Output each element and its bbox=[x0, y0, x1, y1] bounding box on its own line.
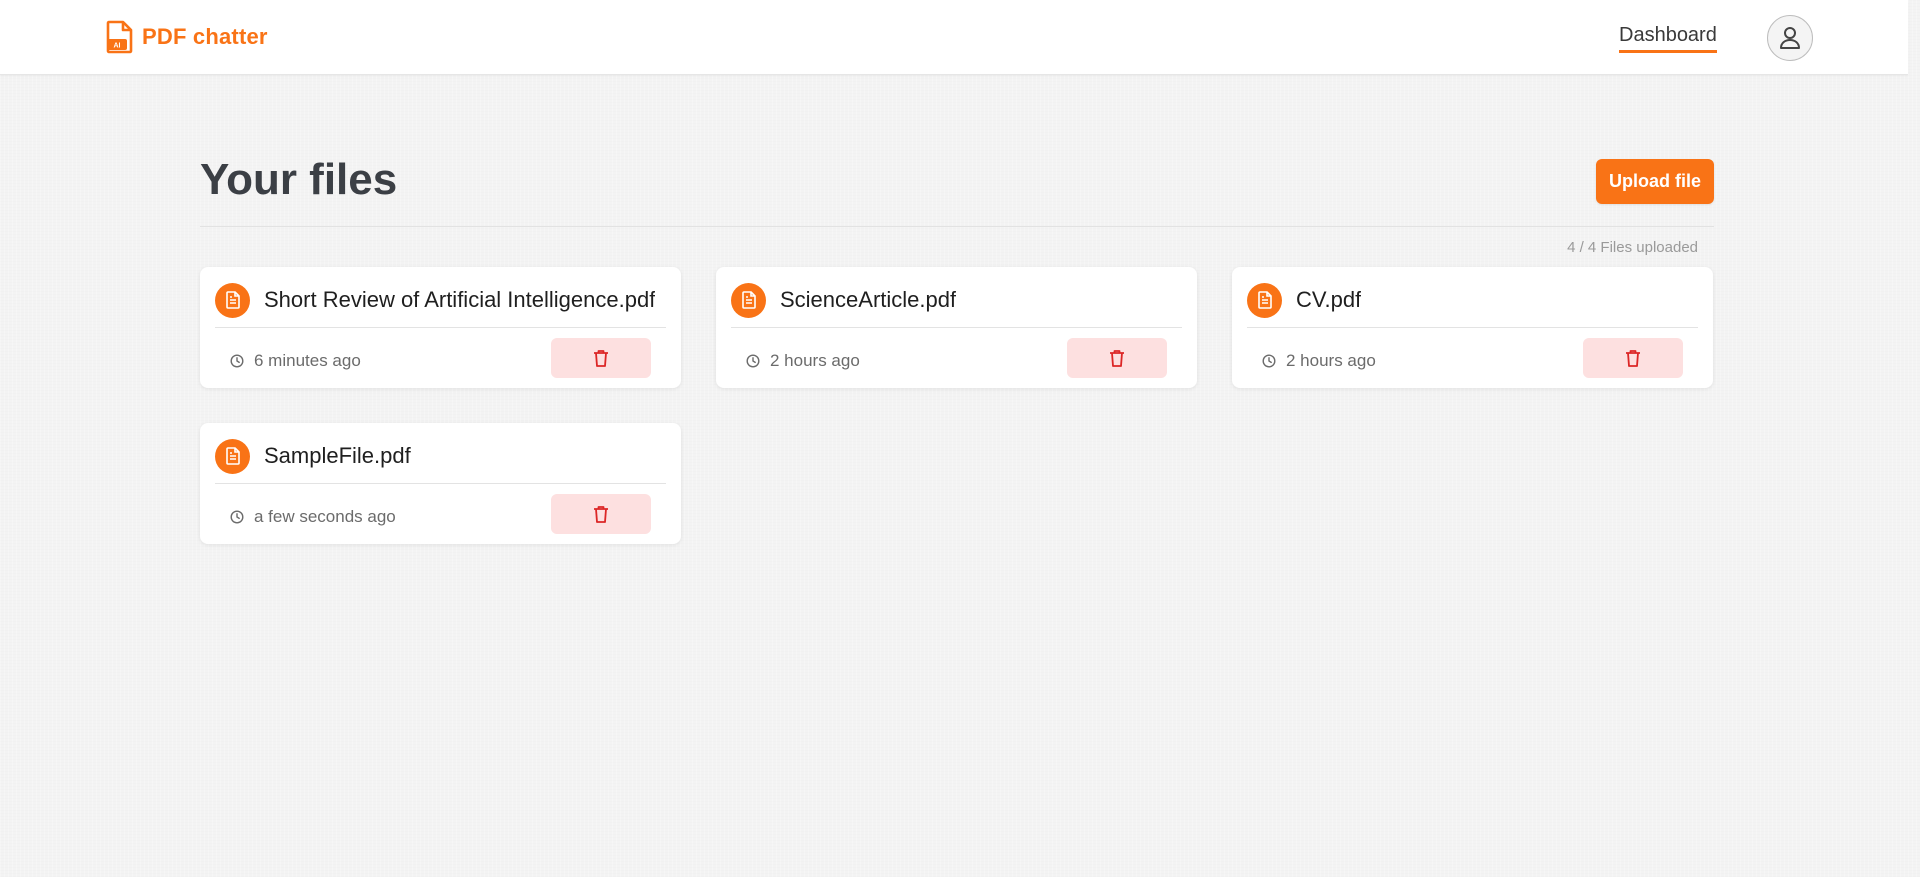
document-icon bbox=[731, 282, 766, 318]
document-icon bbox=[215, 282, 250, 318]
file-name: ScienceArticle.pdf bbox=[780, 287, 957, 312]
brand-logo-link[interactable]: AI PDF chatter bbox=[106, 20, 268, 54]
file-time-label: 2 hours ago bbox=[770, 351, 860, 370]
file-timestamp: 2 hours ago bbox=[1262, 351, 1376, 371]
file-timestamp: 2 hours ago bbox=[746, 351, 860, 371]
file-time-label: 6 minutes ago bbox=[254, 351, 361, 370]
trash-icon bbox=[594, 350, 608, 367]
file-card: SampleFile.pdf a few seconds ago bbox=[200, 423, 681, 544]
file-timestamp: a few seconds ago bbox=[230, 507, 396, 527]
brand-name: PDF chatter bbox=[142, 24, 268, 49]
card-divider bbox=[1247, 327, 1698, 328]
file-name: Short Review of Artificial Intelligence.… bbox=[264, 287, 656, 312]
card-divider bbox=[731, 327, 1182, 328]
delete-file-button[interactable] bbox=[551, 494, 651, 534]
clock-icon bbox=[230, 354, 244, 368]
file-card: CV.pdf 2 hours ago bbox=[1232, 267, 1713, 388]
svg-text:AI: AI bbox=[114, 43, 121, 50]
card-divider bbox=[215, 327, 666, 328]
file-card: ScienceArticle.pdf 2 hours ago bbox=[716, 267, 1197, 388]
trash-icon bbox=[594, 506, 608, 523]
user-avatar-button[interactable] bbox=[1767, 15, 1813, 61]
trash-icon bbox=[1110, 350, 1124, 367]
file-name: CV.pdf bbox=[1296, 287, 1362, 312]
delete-file-button[interactable] bbox=[1583, 338, 1683, 378]
nav-dashboard-link[interactable]: Dashboard bbox=[1619, 24, 1717, 53]
file-timestamp: 6 minutes ago bbox=[230, 351, 361, 371]
top-navbar: AI PDF chatter Dashboard bbox=[0, 0, 1908, 75]
title-divider bbox=[200, 226, 1714, 227]
delete-file-button[interactable] bbox=[1067, 338, 1167, 378]
files-uploaded-count: 4 / 4 Files uploaded bbox=[1567, 239, 1698, 256]
card-divider bbox=[215, 483, 666, 484]
file-name: SampleFile.pdf bbox=[264, 443, 411, 468]
file-card-link[interactable]: Short Review of Artificial Intelligence.… bbox=[215, 282, 666, 318]
file-card: Short Review of Artificial Intelligence.… bbox=[200, 267, 681, 388]
pdf-file-icon: AI bbox=[106, 20, 133, 54]
trash-icon bbox=[1626, 350, 1640, 367]
file-card-link[interactable]: SampleFile.pdf bbox=[215, 438, 666, 474]
page-title: Your files bbox=[200, 155, 398, 204]
upload-file-button[interactable]: Upload file bbox=[1596, 159, 1714, 204]
file-card-link[interactable]: ScienceArticle.pdf bbox=[731, 282, 1182, 318]
clock-icon bbox=[746, 354, 760, 368]
delete-file-button[interactable] bbox=[551, 338, 651, 378]
clock-icon bbox=[230, 510, 244, 524]
file-time-label: 2 hours ago bbox=[1286, 351, 1376, 370]
file-card-link[interactable]: CV.pdf bbox=[1247, 282, 1698, 318]
clock-icon bbox=[1262, 354, 1276, 368]
document-icon bbox=[1247, 282, 1282, 318]
document-icon bbox=[215, 438, 250, 474]
file-time-label: a few seconds ago bbox=[254, 507, 396, 526]
user-icon bbox=[1780, 27, 1800, 49]
